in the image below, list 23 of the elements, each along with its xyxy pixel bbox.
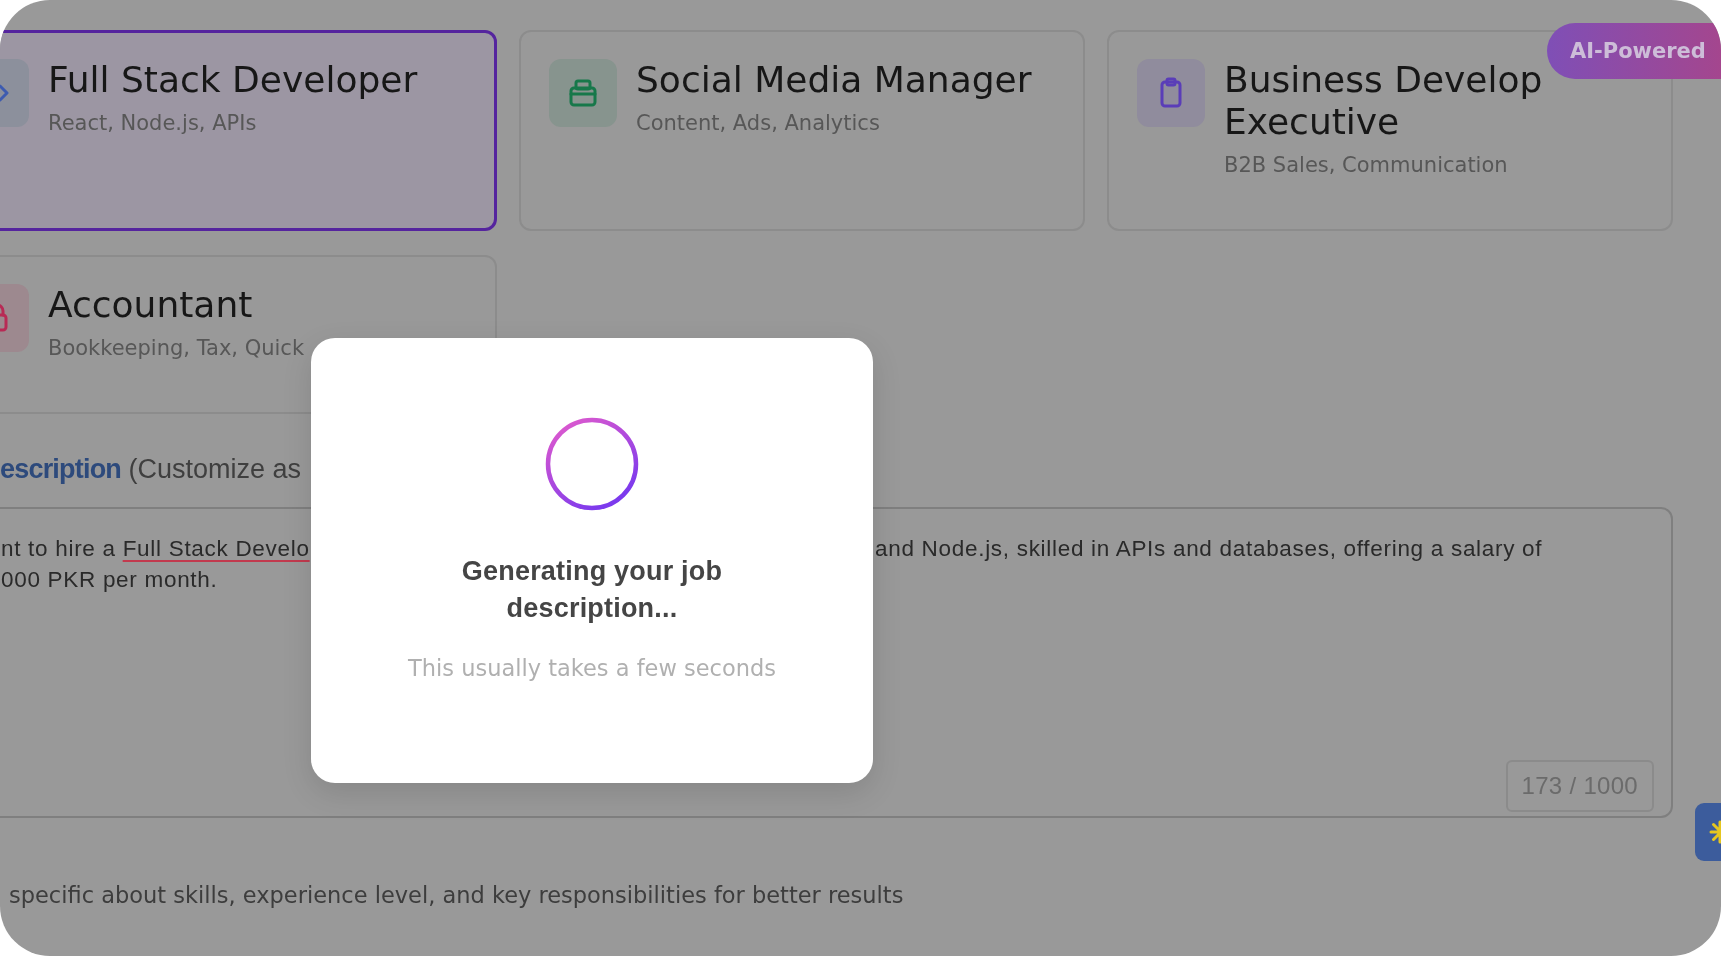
- dialog-title: Generating your job description...: [460, 555, 724, 625]
- asterisk-icon: [1709, 820, 1721, 844]
- template-skills: B2B Sales, Communication: [1224, 152, 1509, 179]
- template-title: Social Media Manager: [636, 59, 1032, 101]
- dialog-subtitle: This usually takes a few seconds: [408, 654, 776, 682]
- clipboard-icon: [1137, 59, 1205, 127]
- field-text: 000 PKR per month.: [1, 566, 218, 594]
- template-skills: React, Node.js, APIs: [48, 110, 258, 137]
- template-card[interactable]: Social Media Manager Content, Ads, Analytics: [519, 30, 1085, 231]
- template-skills: Bookkeeping, Tax, Quick: [48, 335, 305, 362]
- field-text: and Node.js, skilled in APIs and databases, offering a salary of: [875, 535, 1543, 563]
- field-label: escription (Customize as: [0, 454, 302, 484]
- spinner-icon: [544, 416, 640, 512]
- hint-text: specific about skills, experience level, and key responsibilities for better results: [9, 882, 904, 908]
- template-title: Full Stack Developer: [48, 59, 418, 101]
- template-title: Accountant: [48, 284, 254, 326]
- field-text: nt to hire a Full Stack Develo: [1, 535, 310, 563]
- template-skills: Content, Ads, Analytics: [636, 110, 881, 137]
- floating-button[interactable]: [1695, 803, 1721, 861]
- template-title: Business Develop Executive: [1224, 59, 1544, 143]
- ai-badge: AI-Powered: [1547, 23, 1721, 79]
- template-card[interactable]: Full Stack Developer React, Node.js, APIs: [0, 30, 497, 231]
- box-icon: [549, 59, 617, 127]
